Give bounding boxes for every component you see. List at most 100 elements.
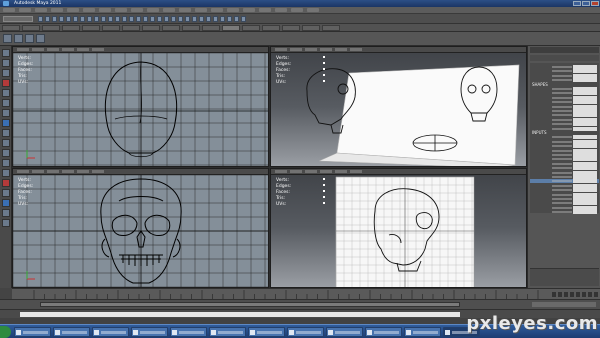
- status-tool-icon[interactable]: [227, 16, 232, 22]
- channel-value-field[interactable]: [573, 135, 597, 140]
- status-tool-icon[interactable]: [87, 16, 92, 22]
- channel-box-menu[interactable]: [530, 55, 599, 61]
- status-tool-icon[interactable]: [241, 16, 246, 22]
- status-tool-icon[interactable]: [164, 16, 169, 22]
- taskbar-button[interactable]: [209, 327, 246, 337]
- toolbox-button[interactable]: [2, 109, 10, 117]
- channel-row[interactable]: [530, 100, 599, 105]
- channel-value-field[interactable]: [573, 100, 597, 105]
- playback-button[interactable]: [594, 292, 598, 297]
- menu-item[interactable]: [275, 8, 287, 12]
- status-tool-icon[interactable]: [143, 16, 148, 22]
- panel-menu-item[interactable]: [335, 48, 347, 51]
- channel-value-field[interactable]: [573, 157, 597, 162]
- channel-value-field[interactable]: [573, 78, 597, 83]
- channel-value-field[interactable]: [573, 210, 597, 215]
- panel-menu-item[interactable]: [32, 48, 44, 51]
- taskbar-button[interactable]: [404, 327, 441, 337]
- channel-value-field[interactable]: [573, 170, 597, 175]
- status-tool-icon[interactable]: [73, 16, 78, 22]
- panel-menu-item[interactable]: [17, 48, 29, 51]
- playback-button[interactable]: [582, 292, 586, 297]
- status-tool-icon[interactable]: [38, 16, 43, 22]
- taskbar-button[interactable]: [92, 327, 129, 337]
- shelf-tab[interactable]: [102, 25, 120, 31]
- menu-item[interactable]: [131, 8, 143, 12]
- shelf-tab[interactable]: [282, 25, 300, 31]
- channel-value-field[interactable]: [573, 65, 597, 69]
- channel-row[interactable]: [530, 113, 599, 118]
- panel-menu-item[interactable]: [47, 48, 59, 51]
- channel-row[interactable]: [530, 73, 599, 78]
- panel-menu-item[interactable]: [77, 170, 89, 173]
- playback-button[interactable]: [570, 292, 574, 297]
- shelf-tab[interactable]: [182, 25, 200, 31]
- channel-row[interactable]: [530, 69, 599, 74]
- status-tool-icon[interactable]: [52, 16, 57, 22]
- toolbox-button[interactable]: [2, 209, 10, 217]
- channel-row[interactable]: [530, 175, 599, 179]
- menu-item[interactable]: [83, 8, 95, 12]
- shelf-tab[interactable]: [2, 25, 20, 31]
- close-button[interactable]: [591, 1, 599, 6]
- panel-menu-item[interactable]: [17, 170, 29, 173]
- panel-menu-item[interactable]: [290, 170, 302, 173]
- shelf-tab[interactable]: [22, 25, 40, 31]
- toolbox-button[interactable]: [2, 49, 10, 57]
- channel-value-field[interactable]: [573, 126, 597, 131]
- menu-item[interactable]: [211, 8, 223, 12]
- shelf-tab[interactable]: [202, 25, 220, 31]
- toolbox-button[interactable]: [2, 79, 10, 87]
- status-tool-icon[interactable]: [157, 16, 162, 22]
- status-tool-icon[interactable]: [101, 16, 106, 22]
- status-tool-icon[interactable]: [150, 16, 155, 22]
- channel-row[interactable]: [530, 95, 599, 100]
- menu-item[interactable]: [163, 8, 175, 12]
- panel-menu-item[interactable]: [92, 48, 104, 51]
- toolbox-button[interactable]: [2, 129, 10, 137]
- shelf-tool-icon[interactable]: [14, 34, 23, 43]
- shelf-tab[interactable]: [122, 25, 140, 31]
- panel-menu-item[interactable]: [47, 170, 59, 173]
- shelf-tab[interactable]: [82, 25, 100, 31]
- channel-row[interactable]: [530, 183, 599, 188]
- menu-item[interactable]: [291, 8, 303, 12]
- channel-value-field[interactable]: [573, 117, 597, 122]
- status-tool-icon[interactable]: [122, 16, 127, 22]
- shelf-tool-icon[interactable]: [3, 34, 12, 43]
- channel-row[interactable]: [530, 117, 599, 122]
- channel-row[interactable]: [530, 166, 599, 171]
- channel-value-field[interactable]: [573, 201, 597, 206]
- channel-row[interactable]: [530, 210, 599, 215]
- taskbar-button[interactable]: [365, 327, 402, 337]
- status-tool-icon[interactable]: [94, 16, 99, 22]
- channel-row[interactable]: [530, 104, 599, 109]
- channel-row[interactable]: [530, 135, 599, 140]
- channel-value-field[interactable]: [573, 95, 597, 100]
- channel-value-field[interactable]: [573, 153, 597, 157]
- status-tool-icon[interactable]: [108, 16, 113, 22]
- shelf-tab[interactable]: [162, 25, 180, 31]
- playback-button[interactable]: [588, 292, 592, 297]
- status-tool-icon[interactable]: [206, 16, 211, 22]
- shelf-tab[interactable]: [42, 25, 60, 31]
- toolbox-button[interactable]: [2, 169, 10, 177]
- toolbox-button[interactable]: [2, 219, 10, 227]
- status-tool-icon[interactable]: [171, 16, 176, 22]
- status-tool-icon[interactable]: [234, 16, 239, 22]
- toolbox-button[interactable]: [2, 99, 10, 107]
- start-button[interactable]: [0, 326, 11, 338]
- panel-menu-item[interactable]: [275, 170, 287, 173]
- channel-row[interactable]: [530, 139, 599, 144]
- status-tool-icon[interactable]: [199, 16, 204, 22]
- playback-button[interactable]: [552, 292, 556, 297]
- channel-value-field[interactable]: [573, 166, 597, 171]
- panel-menu-item[interactable]: [62, 170, 74, 173]
- status-tool-icon[interactable]: [185, 16, 190, 22]
- shelf-tab[interactable]: [222, 25, 240, 31]
- shelf-tab[interactable]: [242, 25, 260, 31]
- channel-value-field[interactable]: [573, 183, 597, 188]
- toolbox-button[interactable]: [2, 179, 10, 187]
- channel-value-field[interactable]: [573, 69, 597, 74]
- panel-menu-item[interactable]: [305, 48, 317, 51]
